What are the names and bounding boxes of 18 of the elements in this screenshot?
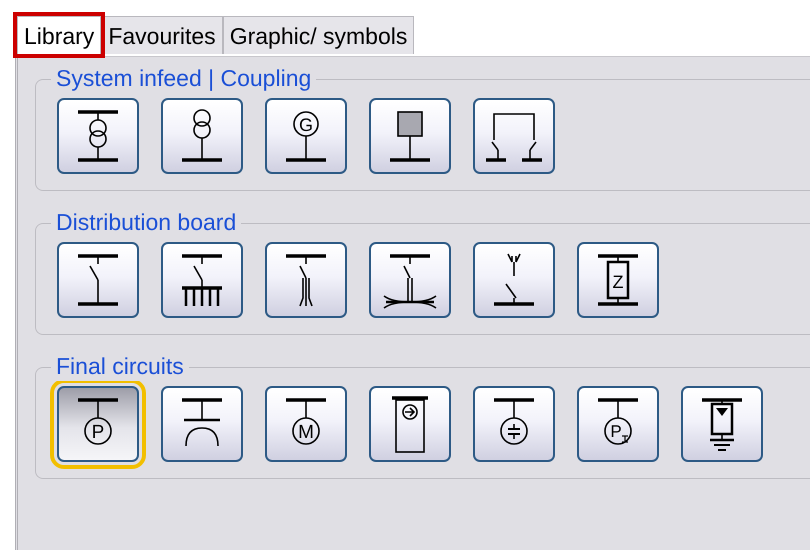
symbol-button[interactable] xyxy=(681,386,763,462)
symbol-button[interactable] xyxy=(473,386,555,462)
symbol-button[interactable] xyxy=(265,242,347,318)
tab[interactable]: Graphic/ symbols xyxy=(222,16,414,54)
symbol-button[interactable] xyxy=(57,98,139,174)
symbol-button[interactable]: Z xyxy=(577,242,659,318)
symbol-button[interactable] xyxy=(161,98,243,174)
symbol-button[interactable] xyxy=(369,386,451,462)
symbol-button[interactable] xyxy=(57,242,139,318)
symbol-button[interactable]: M xyxy=(265,386,347,462)
symbol-button[interactable] xyxy=(369,242,451,318)
symbol-button[interactable] xyxy=(161,386,243,462)
symbol-button[interactable]: P xyxy=(577,386,659,462)
symbol-button[interactable] xyxy=(473,242,555,318)
symbol-button[interactable] xyxy=(369,98,451,174)
symbol-button[interactable]: G xyxy=(265,98,347,174)
symbol-button[interactable] xyxy=(161,242,243,318)
symbol-button[interactable] xyxy=(473,98,555,174)
